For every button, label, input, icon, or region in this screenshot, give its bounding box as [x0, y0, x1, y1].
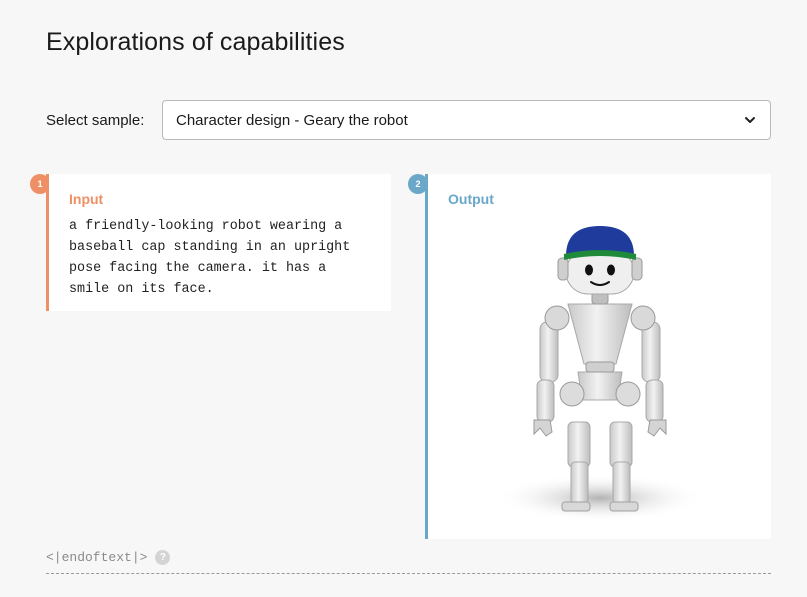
footer-divider — [46, 573, 771, 574]
chevron-down-icon — [745, 117, 755, 123]
input-panel: Input a friendly-looking robot wearing a… — [46, 174, 391, 311]
input-prompt-text: a friendly-looking robot wearing a baseb… — [69, 219, 351, 297]
sample-select-dropdown[interactable]: Character design - Geary the robot — [162, 100, 771, 140]
sample-select-row: Select sample: Character design - Geary … — [46, 100, 771, 140]
end-of-text-token: <|endoftext|> — [46, 550, 148, 565]
footer-row: <|endoftext|> ? — [46, 550, 171, 565]
question-mark-icon[interactable]: ? — [155, 550, 171, 565]
sample-select-label: Select sample: — [46, 111, 145, 129]
robot-output-image — [495, 226, 705, 522]
output-heading: Output — [448, 191, 494, 207]
page-title: Explorations of capabilities — [46, 28, 345, 56]
output-panel: Output — [425, 174, 771, 539]
input-heading: Input — [69, 191, 104, 207]
sample-select-value: Character design - Geary the robot — [176, 111, 408, 129]
